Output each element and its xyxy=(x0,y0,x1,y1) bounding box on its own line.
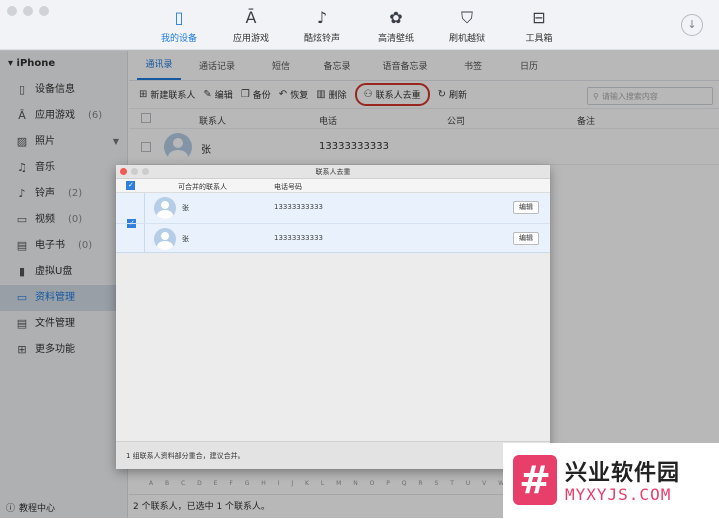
window-controls xyxy=(7,6,49,16)
appstore-icon: Ā xyxy=(245,8,257,27)
nav-toolbox[interactable]: ⊟ 工具箱 xyxy=(504,8,574,44)
edit-contact-button[interactable]: 编辑 xyxy=(513,201,539,214)
nav-apps-games[interactable]: Ā 应用游戏 xyxy=(216,8,286,44)
dialog-window-controls xyxy=(120,168,149,175)
dialog-table-header: 可合并的联系人 电话号码 xyxy=(116,179,550,193)
toolbox-icon: ⊟ xyxy=(532,8,546,27)
dialog-select-all-checkbox[interactable] xyxy=(126,181,135,190)
download-button[interactable]: ↓ xyxy=(681,14,703,36)
dedupe-dialog: 联系人去重 可合并的联系人 电话号码 张 13333333333 编辑 张 13… xyxy=(116,165,550,469)
close-window-button[interactable] xyxy=(7,6,17,16)
zoom-window-button[interactable] xyxy=(39,6,49,16)
watermark: # 兴业软件园 MYXYJS.COM xyxy=(503,443,719,518)
phone-icon: ▯ xyxy=(174,8,184,27)
nav-ringtones[interactable]: ♪ 酷炫铃声 xyxy=(287,8,357,44)
avatar xyxy=(154,228,176,250)
nav-jailbreak[interactable]: ⛉ 刷机越狱 xyxy=(432,8,502,44)
avatar xyxy=(154,197,176,219)
edit-contact-button[interactable]: 编辑 xyxy=(513,232,539,245)
duplicate-contact-row[interactable]: 张 13333333333 编辑 xyxy=(116,223,550,253)
dialog-minimize-button[interactable] xyxy=(131,168,138,175)
download-icon: ↓ xyxy=(687,18,697,31)
top-navigation-bar: ▯ 我的设备 Ā 应用游戏 ♪ 酷炫铃声 ✿ 高清壁纸 ⛉ 刷机越狱 ⊟ 工具箱… xyxy=(0,0,719,50)
duplicate-contact-row[interactable]: 张 13333333333 编辑 xyxy=(116,193,550,223)
dialog-close-button[interactable] xyxy=(120,168,127,175)
watermark-logo: # xyxy=(513,455,557,505)
flower-icon: ✿ xyxy=(389,8,403,27)
dialog-zoom-button[interactable] xyxy=(142,168,149,175)
dialog-footer: 1 组联系人资料部分重合，建议合并。 xyxy=(116,441,550,469)
minimize-window-button[interactable] xyxy=(23,6,33,16)
nav-my-device[interactable]: ▯ 我的设备 xyxy=(144,8,214,44)
music-note-icon: ♪ xyxy=(316,8,328,27)
dialog-title-bar: 联系人去重 xyxy=(116,165,550,179)
shield-icon: ⛉ xyxy=(460,8,473,27)
nav-wallpapers[interactable]: ✿ 高清壁纸 xyxy=(361,8,431,44)
duplicate-group: 张 13333333333 编辑 张 13333333333 编辑 xyxy=(116,193,550,253)
